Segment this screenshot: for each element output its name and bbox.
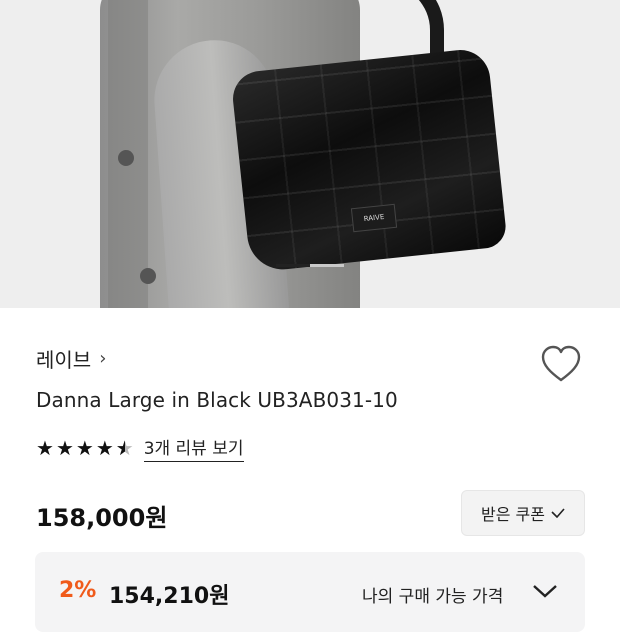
brand-name: 레이브 [36,348,92,372]
product-price: 158,000원 [36,504,168,532]
star-icon: ★ [75,436,94,460]
star-icon: ★ [55,436,74,460]
my-price-panel[interactable]: 2% 154,210원 나의 구매 가능 가격 [35,552,585,632]
final-price: 154,210원 [109,584,230,609]
bag-body [230,47,508,273]
coupon-label: 받은 쿠폰 [481,505,545,524]
my-price-label: 나의 구매 가능 가격 [362,587,504,607]
discount-rate: 2% [59,578,97,603]
heart-icon[interactable] [540,344,582,384]
coat-button [118,150,134,166]
chevron-down-icon[interactable] [532,582,558,600]
star-icon: ★ [95,436,114,460]
product-image[interactable]: RAIVE [0,0,620,308]
star-icon: ★ [36,436,54,460]
review-link[interactable]: 3개 리뷰 보기 [143,434,244,462]
coupon-button[interactable]: 받은 쿠폰 [461,490,585,536]
check-icon [551,508,565,518]
rating-stars: ★ ★ ★ ★ ★★ [36,436,134,460]
bag-label: RAIVE [350,203,398,233]
chevron-right-icon: › [99,348,107,369]
rating-row: ★ ★ ★ ★ ★★ 3개 리뷰 보기 [36,434,244,462]
carousel-indicator [276,264,344,267]
coat-button [140,268,156,284]
star-half-icon: ★★ [115,436,134,460]
brand-link[interactable]: 레이브 › [36,344,106,373]
product-title: Danna Large in Black UB3AB031-10 [36,388,398,412]
carousel-active-segment [276,264,310,267]
